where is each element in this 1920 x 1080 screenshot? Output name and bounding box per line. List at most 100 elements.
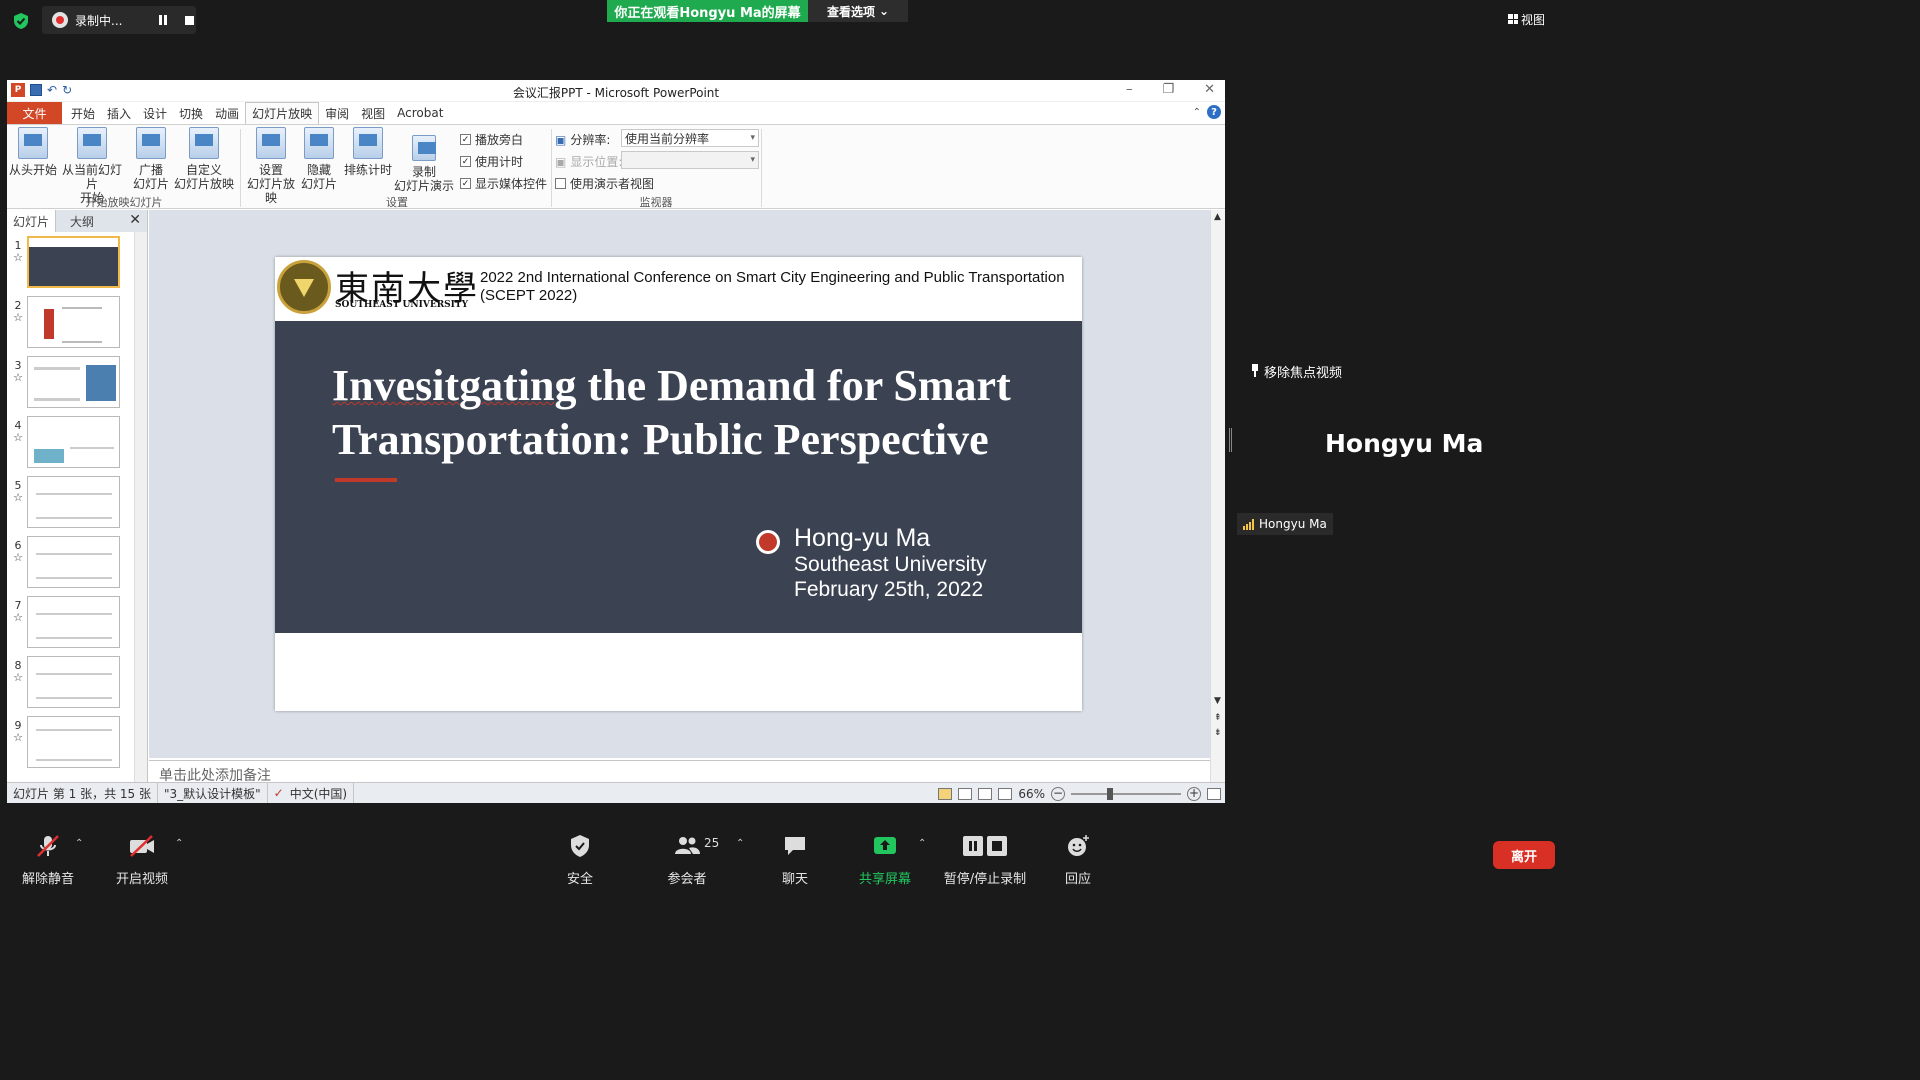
next-slide-icon[interactable]: ⇟ xyxy=(1214,728,1222,738)
slide-thumbnail[interactable]: 5 ☆ xyxy=(7,472,135,532)
tab-home[interactable]: 开始 xyxy=(65,102,101,124)
slide-thumbnail[interactable]: 1 ☆ xyxy=(7,232,135,292)
pause-recording-icon[interactable] xyxy=(159,15,169,25)
language-label: 中文(中国) xyxy=(289,786,348,801)
scroll-up-icon[interactable]: ▲ xyxy=(1214,212,1221,222)
pause-stop-recording-button[interactable]: 暂停/停止录制 xyxy=(940,834,1030,887)
tab-slideshow[interactable]: 幻灯片放映 xyxy=(245,102,320,124)
reactions-button[interactable]: 回应 xyxy=(1058,834,1098,887)
chevron-up-icon[interactable]: ⌃ xyxy=(918,838,926,849)
view-button[interactable]: 视图 xyxy=(1508,8,1556,30)
thumbnail-image xyxy=(27,476,120,528)
participant-name: Hongyu Ma xyxy=(1259,517,1327,531)
thumbnail-scrollbar[interactable] xyxy=(134,232,147,782)
tab-view[interactable]: 视图 xyxy=(355,102,391,124)
use-timings-checkbox[interactable]: ✓ 使用计时 xyxy=(460,153,523,170)
close-icon[interactable]: ✕ xyxy=(1204,82,1215,97)
current-slide[interactable]: 東南大學 SOUTHEAST UNIVERSITY 2022 2nd Inter… xyxy=(275,257,1082,711)
hide-slide-button[interactable]: 隐藏 幻灯片 xyxy=(299,127,339,191)
slide-sorter-view-icon[interactable] xyxy=(958,787,973,800)
slide-thumbnail[interactable]: 7 ☆ xyxy=(7,592,135,652)
presenter-view-checkbox[interactable]: 使用演示者视图 xyxy=(555,175,654,192)
rehearse-timings-button[interactable]: 排练计时 xyxy=(343,127,393,177)
slide-thumbnail[interactable]: 2 ☆ xyxy=(7,292,135,352)
restore-icon[interactable]: ❐ xyxy=(1162,82,1174,97)
tab-insert[interactable]: 插入 xyxy=(101,102,137,124)
previous-slide-icon[interactable]: ⇞ xyxy=(1214,713,1222,723)
university-name-en: SOUTHEAST UNIVERSITY xyxy=(335,300,469,310)
slide-number: 5 ☆ xyxy=(13,479,23,504)
record-slideshow-button[interactable]: 录制 幻灯片演示 xyxy=(391,135,457,193)
slide-thumbnail[interactable]: 6 ☆ xyxy=(7,532,135,592)
language-status[interactable]: ✓ 中文(中国) xyxy=(268,782,355,803)
normal-view-icon[interactable] xyxy=(938,787,953,800)
resolution-text: 分辨率: xyxy=(570,133,611,147)
custom-slideshow-label: 自定义 xyxy=(185,163,222,177)
security-button[interactable]: 安全 xyxy=(560,834,600,887)
notes-pane[interactable]: 单击此处添加备注 xyxy=(149,760,1210,784)
resolution-label: ▣ 分辨率: xyxy=(555,131,610,148)
thumbnail-image xyxy=(27,656,120,708)
chat-button[interactable]: 聊天 xyxy=(775,834,815,887)
chevron-up-icon[interactable]: ⌃ xyxy=(736,838,744,849)
participants-icon xyxy=(675,837,700,854)
slideshow-start-icon xyxy=(18,127,48,159)
slide-thumbnail[interactable]: 9 ☆ xyxy=(7,712,135,772)
hide-label-2: 幻灯片 xyxy=(300,177,337,191)
tab-slides[interactable]: 幻灯片 xyxy=(7,210,57,232)
zoom-slider-knob[interactable] xyxy=(1107,787,1113,800)
tab-animations[interactable]: 动画 xyxy=(209,102,245,124)
slide-number: 3 ☆ xyxy=(13,359,23,384)
chevron-up-icon[interactable]: ⌃ xyxy=(175,838,183,849)
slideshow-view-icon[interactable] xyxy=(998,787,1013,800)
presentation-date: February 25th, 2022 xyxy=(794,578,984,601)
share-screen-button[interactable]: 共享屏幕 xyxy=(855,834,915,887)
zoom-level[interactable]: 66% xyxy=(1018,787,1045,801)
zoom-out-icon[interactable]: − xyxy=(1051,786,1065,801)
zoom-in-icon[interactable]: + xyxy=(1187,786,1201,801)
chat-icon xyxy=(785,837,805,855)
security-shield-icon[interactable] xyxy=(12,12,30,30)
collapse-ribbon-icon[interactable]: ⌃ xyxy=(1193,107,1201,118)
stop-recording-icon[interactable] xyxy=(185,15,194,25)
broadcast-button[interactable]: 广播 幻灯片 xyxy=(131,127,171,191)
tab-file[interactable]: 文件 xyxy=(7,102,62,124)
tab-outline[interactable]: 大纲 xyxy=(64,210,100,232)
slide-number: 7 ☆ xyxy=(13,599,23,624)
from-beginning-button[interactable]: 从头开始 xyxy=(9,127,57,177)
zoom-slider[interactable] xyxy=(1071,787,1181,800)
view-options-label: 查看选项 xyxy=(826,4,875,19)
fit-to-window-icon[interactable] xyxy=(1207,787,1221,800)
tab-design[interactable]: 设计 xyxy=(137,102,173,124)
chevron-up-icon[interactable]: ⌃ xyxy=(75,838,83,849)
slide-editing-area: 東南大學 SOUTHEAST UNIVERSITY 2022 2nd Inter… xyxy=(149,210,1210,758)
smiley-icon xyxy=(1068,835,1089,856)
close-icon[interactable]: ✕ xyxy=(129,212,141,228)
slide-thumbnail[interactable]: 3 ☆ xyxy=(7,352,135,412)
panel-splitter[interactable] xyxy=(1229,428,1232,452)
slide-count-status: 幻灯片 第 1 张，共 15 张 xyxy=(7,782,158,803)
play-narrations-checkbox[interactable]: ✓ 播放旁白 xyxy=(460,131,523,148)
slide-thumbnail[interactable]: 8 ☆ xyxy=(7,652,135,712)
view-options-button[interactable]: 查看选项 ⌄ xyxy=(808,0,908,22)
slide-number: 1 ☆ xyxy=(13,239,23,264)
slides-pane: 幻灯片 大纲 ✕ 1 ☆ 2 ☆ 3 ☆ 4 ☆ 5 ☆ 6 ☆ 7 ☆ 8 ☆… xyxy=(7,210,148,782)
scroll-down-icon[interactable]: ▼ xyxy=(1214,696,1221,706)
minimize-icon[interactable]: – xyxy=(1126,82,1133,97)
window-title: 会议汇报PPT - Microsoft PowerPoint xyxy=(512,86,720,100)
unmute-button[interactable]: 解除静音 xyxy=(20,834,76,887)
tab-review[interactable]: 审阅 xyxy=(319,102,355,124)
help-icon[interactable]: ? xyxy=(1207,105,1221,119)
slide-thumbnail[interactable]: 4 ☆ xyxy=(7,412,135,472)
tab-transitions[interactable]: 切换 xyxy=(173,102,209,124)
resolution-dropdown[interactable]: 使用当前分辨率 xyxy=(621,129,759,147)
leave-meeting-button[interactable]: 离开 xyxy=(1493,841,1555,869)
tab-acrobat[interactable]: Acrobat xyxy=(391,102,449,124)
slide-vertical-scrollbar[interactable]: ▲ ▼ ⇞ ⇟ xyxy=(1210,210,1225,782)
remove-spotlight-button[interactable]: 移除焦点视频 xyxy=(1244,360,1349,382)
reading-view-icon[interactable] xyxy=(978,787,993,800)
group-divider xyxy=(240,129,241,207)
start-video-button[interactable]: 开启视频 xyxy=(112,834,172,887)
custom-slideshow-button[interactable]: 自定义 幻灯片放映 xyxy=(171,127,237,191)
show-media-controls-checkbox[interactable]: ✓ 显示媒体控件 xyxy=(460,175,547,192)
